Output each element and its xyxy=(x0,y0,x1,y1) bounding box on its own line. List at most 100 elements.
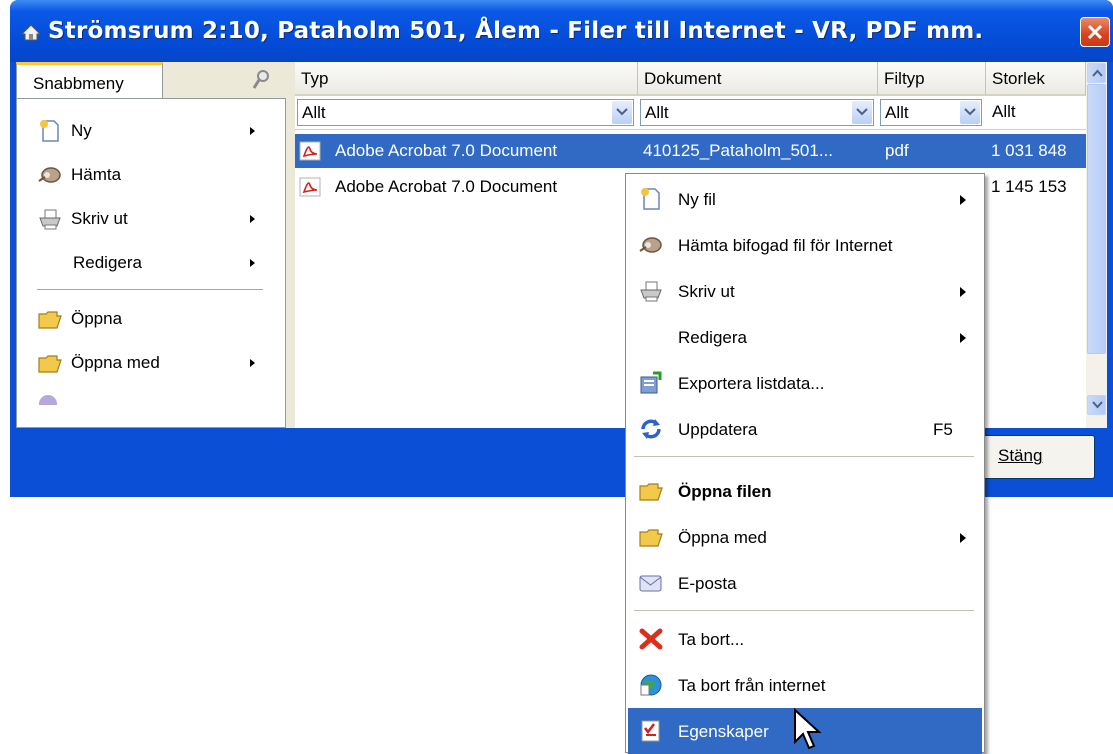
close-button[interactable] xyxy=(1080,17,1110,47)
column-header-dokument[interactable]: Dokument xyxy=(638,62,878,96)
folder-icon xyxy=(639,483,663,501)
context-item-ta-bort[interactable]: Ta bort... xyxy=(628,616,982,662)
context-item-e-posta[interactable]: E-posta xyxy=(628,560,982,606)
column-header-label: Storlek xyxy=(992,69,1045,88)
window-title: Strömsrum 2:10, Pataholm 501, Ålem - Fil… xyxy=(48,18,984,44)
quick-menu-item-skriv-ut[interactable]: Skriv ut xyxy=(37,199,263,239)
scroll-up-button[interactable] xyxy=(1087,63,1106,83)
filter-value: Allt xyxy=(302,103,326,122)
context-item-label: Öppna filen xyxy=(678,482,772,501)
context-menu: Ny fil Hämta bifogad fil för Internet Sk… xyxy=(625,173,985,754)
mouse-cursor-icon xyxy=(794,708,822,750)
context-item-oppna-med[interactable]: Öppna med xyxy=(628,514,982,560)
column-header-filtyp[interactable]: Filtyp xyxy=(878,62,986,96)
folder-icon xyxy=(38,355,62,373)
cell-storlek: 1 031 848 xyxy=(991,141,1067,160)
tab-label: Snabbmeny xyxy=(33,74,124,93)
context-item-label: Egenskaper xyxy=(678,722,769,741)
chevron-up-icon xyxy=(1092,69,1103,77)
column-header-storlek[interactable]: Storlek xyxy=(986,62,1086,96)
menu-separator xyxy=(634,610,974,611)
globe-delete-icon xyxy=(640,674,662,696)
printer-icon xyxy=(640,281,662,302)
app-icon xyxy=(20,24,42,41)
chevron-down-icon xyxy=(1092,401,1103,409)
context-item-label: Ta bort från internet xyxy=(678,676,826,695)
shortcut-label: F5 xyxy=(933,420,953,439)
quick-menu-label: Ny xyxy=(71,121,92,140)
cell-storlek: 1 145 153 xyxy=(991,177,1067,196)
column-header-label: Typ xyxy=(301,69,329,88)
context-item-label: Öppna med xyxy=(678,528,767,547)
context-item-ta-bort-internet[interactable]: Ta bort från internet xyxy=(628,662,982,708)
dropdown-button[interactable] xyxy=(852,101,872,124)
filter-value: Allt xyxy=(885,103,909,122)
menu-separator xyxy=(37,289,263,290)
submenu-arrow-icon xyxy=(960,287,966,297)
refresh-icon xyxy=(641,419,661,439)
email-icon xyxy=(639,575,662,592)
chevron-down-icon xyxy=(616,108,628,116)
context-item-label: Hämta bifogad fil för Internet xyxy=(678,236,893,255)
vertical-scrollbar[interactable] xyxy=(1086,62,1107,428)
quick-menu-label: Redigera xyxy=(73,253,142,272)
context-item-label: Redigera xyxy=(678,328,747,347)
submenu-arrow-icon xyxy=(250,259,255,267)
submenu-arrow-icon xyxy=(250,215,255,223)
new-file-icon xyxy=(40,120,59,142)
export-icon xyxy=(640,371,662,394)
fetch-icon xyxy=(38,167,61,183)
filter-filtyp[interactable]: Allt xyxy=(878,96,986,130)
quick-menu-label: Skriv ut xyxy=(71,209,128,228)
scroll-thumb[interactable] xyxy=(1087,84,1106,354)
cell-dokument: 410125_Pataholm_501... xyxy=(643,141,833,160)
filter-typ[interactable]: Allt xyxy=(295,96,638,130)
chevron-down-icon xyxy=(856,108,868,116)
pdf-icon xyxy=(299,141,321,161)
close-dialog-button[interactable]: Stäng xyxy=(975,435,1095,479)
cell-typ: Adobe Acrobat 7.0 Document xyxy=(335,177,558,196)
quick-menu-item-redigera[interactable]: Redigera xyxy=(37,243,263,283)
context-item-skriv-ut[interactable]: Skriv ut xyxy=(628,268,982,314)
title-bar[interactable]: Strömsrum 2:10, Pataholm 501, Ålem - Fil… xyxy=(10,0,1113,62)
quick-menu-item-ny[interactable]: Ny xyxy=(37,111,263,151)
filter-storlek[interactable]: Allt xyxy=(986,96,1086,130)
column-header-typ[interactable]: Typ xyxy=(295,62,638,96)
dropdown-button[interactable] xyxy=(612,101,632,124)
submenu-arrow-icon xyxy=(960,195,966,205)
folder-icon xyxy=(639,529,663,547)
scroll-down-button[interactable] xyxy=(1087,395,1106,415)
context-item-exportera[interactable]: Exportera listdata... xyxy=(628,360,982,406)
filter-dokument[interactable]: Allt xyxy=(638,96,878,130)
quick-menu-label: Hämta xyxy=(71,165,122,184)
context-item-label: Skriv ut xyxy=(678,282,735,301)
quick-menu-item-hamta[interactable]: Hämta xyxy=(37,155,263,195)
delete-icon xyxy=(639,628,663,650)
context-item-uppdatera[interactable]: Uppdatera F5 xyxy=(628,406,982,452)
context-item-redigera[interactable]: Redigera xyxy=(628,314,982,360)
pdf-icon xyxy=(299,177,321,197)
context-item-label: Uppdatera xyxy=(678,420,758,439)
context-item-hamta-bifogad[interactable]: Hämta bifogad fil för Internet xyxy=(628,222,982,268)
filter-value: Allt xyxy=(645,103,669,122)
search-icon[interactable] xyxy=(252,68,270,92)
dropdown-button[interactable] xyxy=(960,101,980,124)
submenu-arrow-icon xyxy=(960,533,966,543)
cell-typ: Adobe Acrobat 7.0 Document xyxy=(335,141,558,160)
quick-menu-label: Öppna xyxy=(71,309,123,328)
quick-menu-item-oppna-med[interactable]: Öppna med xyxy=(37,343,263,383)
tab-snabbmeny[interactable]: Snabbmeny xyxy=(16,62,163,99)
panel-splitter[interactable] xyxy=(286,62,295,428)
quick-menu-label: Öppna med xyxy=(71,353,160,372)
context-item-label: E-posta xyxy=(678,574,737,593)
cell-filtyp: pdf xyxy=(885,141,909,160)
context-item-ny-fil[interactable]: Ny fil xyxy=(628,176,982,222)
quick-menu-panel: Ny Hämta Skriv ut Redigera Öppna Öppna m… xyxy=(16,98,286,428)
chevron-down-icon xyxy=(964,108,976,116)
table-row[interactable]: Adobe Acrobat 7.0 Document 410125_Pataho… xyxy=(295,134,1086,168)
quick-menu-item-oppna[interactable]: Öppna xyxy=(37,299,263,339)
submenu-arrow-icon xyxy=(960,333,966,343)
partial-icon xyxy=(39,395,57,405)
new-file-icon xyxy=(641,188,660,210)
context-item-oppna-filen[interactable]: Öppna filen xyxy=(628,468,982,514)
